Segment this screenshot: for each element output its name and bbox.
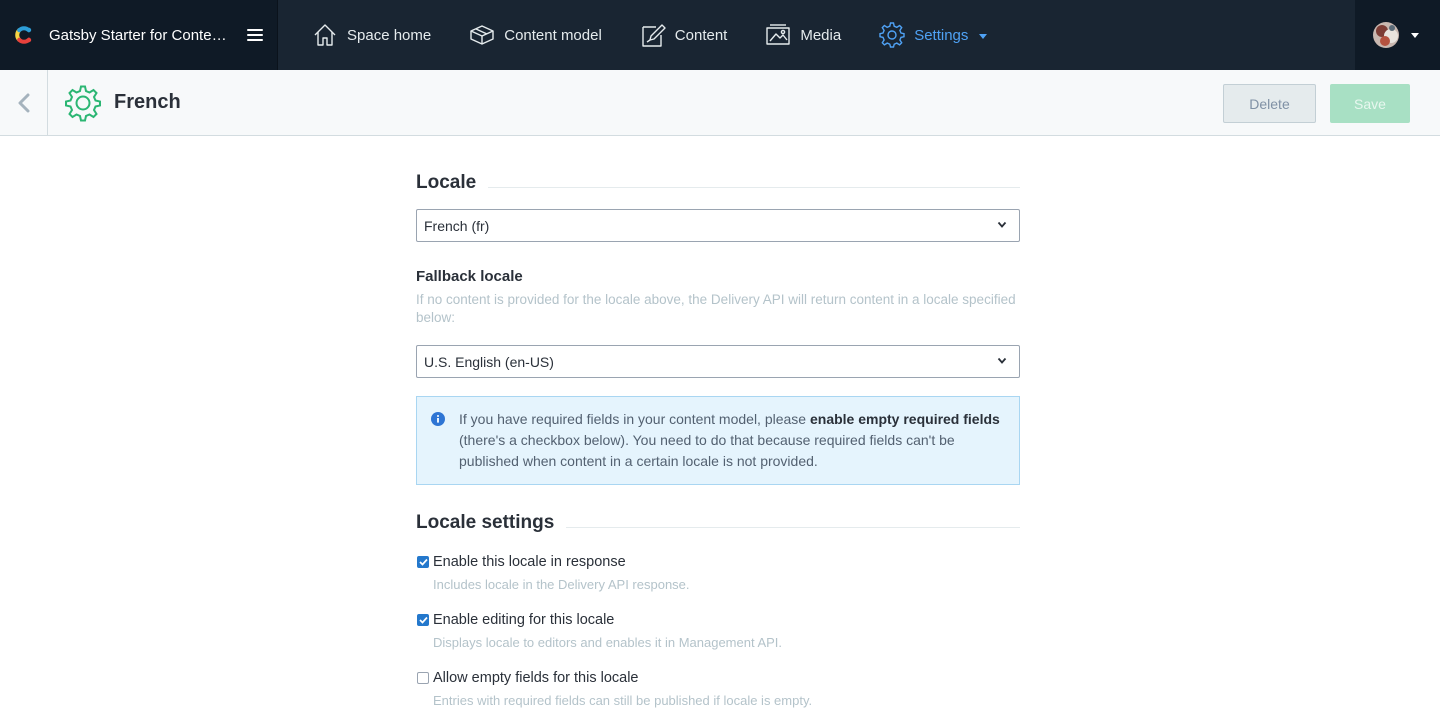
account-menu[interactable] — [1355, 0, 1440, 70]
chevron-down-icon — [979, 33, 988, 39]
option-enable-response: Enable this locale in response Includes … — [416, 554, 1020, 592]
nav-label: Settings — [914, 26, 969, 44]
locale-settings-heading: Locale settings — [416, 512, 1020, 534]
page-title: French — [114, 91, 181, 113]
checkmark-icon — [418, 558, 428, 566]
main-nav: Space home Content model Content Media S… — [278, 0, 1025, 70]
space-switcher[interactable]: Gatsby Starter for Contentful — [0, 0, 278, 70]
space-name: Gatsby Starter for Contentful — [49, 26, 231, 44]
top-navigation: Gatsby Starter for Contentful Space home… — [0, 0, 1440, 70]
nav-label: Content — [674, 26, 728, 44]
divider — [566, 526, 1020, 528]
media-icon — [766, 24, 791, 45]
enable-response-checkbox[interactable] — [417, 556, 429, 568]
fallback-locale-select[interactable]: U.S. English (en-US) — [416, 345, 1020, 378]
info-icon — [431, 412, 445, 426]
fallback-label: Fallback locale — [416, 268, 523, 285]
note-emphasis: enable empty required fields — [809, 411, 1000, 427]
checkbox-help: Includes locale in the Delivery API resp… — [433, 577, 690, 592]
locale-section-heading: Locale — [416, 172, 1020, 194]
checkmark-icon — [418, 616, 428, 624]
option-allow-empty: Allow empty fields for this locale Entri… — [416, 670, 1020, 708]
page-header: French Delete Save — [0, 69, 1440, 136]
note-text: (there's a checkbox below). You need to … — [459, 432, 955, 469]
locale-form: Locale French (fr) Fallback locale If no… — [416, 136, 1020, 708]
section-title: Locale settings — [416, 512, 555, 533]
chevron-left-icon — [18, 93, 29, 112]
nav-label: Media — [800, 26, 842, 44]
checkbox-help: Entries with required fields can still b… — [433, 693, 813, 708]
nav-media[interactable]: Media — [765, 0, 841, 70]
checkbox-help: Displays locale to editors and enables i… — [433, 635, 783, 650]
chevron-down-icon — [997, 357, 1007, 364]
enable-editing-checkbox[interactable] — [417, 614, 429, 626]
settings-gear-icon — [65, 85, 101, 121]
select-value: French (fr) — [424, 217, 490, 234]
nav-space-home[interactable]: Space home — [312, 0, 431, 70]
contentful-logo-icon — [15, 26, 32, 44]
chevron-down-icon — [997, 221, 1007, 228]
nav-label: Space home — [347, 26, 432, 44]
checkbox-label[interactable]: Enable this locale in response — [433, 554, 626, 570]
nav-content[interactable]: Content — [640, 0, 728, 70]
delete-button[interactable]: Delete — [1223, 84, 1316, 123]
home-icon — [314, 24, 336, 46]
avatar — [1373, 22, 1399, 48]
menu-icon[interactable] — [247, 29, 263, 41]
note-text: If you have required fields in your cont… — [459, 411, 810, 427]
gear-icon — [879, 22, 905, 48]
allow-empty-checkbox[interactable] — [417, 672, 429, 684]
back-button[interactable] — [0, 69, 48, 136]
checkbox-label[interactable]: Allow empty fields for this locale — [433, 670, 639, 686]
divider — [488, 186, 1020, 188]
checkbox-label[interactable]: Enable editing for this locale — [433, 612, 614, 628]
chevron-down-icon — [1411, 32, 1419, 38]
select-value: U.S. English (en-US) — [424, 353, 554, 370]
save-button[interactable]: Save — [1330, 84, 1410, 123]
nav-label: Content model — [504, 26, 602, 44]
option-enable-editing: Enable editing for this locale Displays … — [416, 612, 1020, 650]
locale-select[interactable]: French (fr) — [416, 209, 1020, 242]
section-title: Locale — [416, 172, 477, 193]
nav-settings[interactable]: Settings — [879, 0, 988, 70]
fallback-help: If no content is provided for the locale… — [416, 292, 1016, 325]
nav-content-model[interactable]: Content model — [469, 0, 602, 70]
content-model-icon — [470, 25, 494, 45]
info-note: If you have required fields in your cont… — [416, 396, 1020, 485]
content-icon — [642, 24, 666, 47]
